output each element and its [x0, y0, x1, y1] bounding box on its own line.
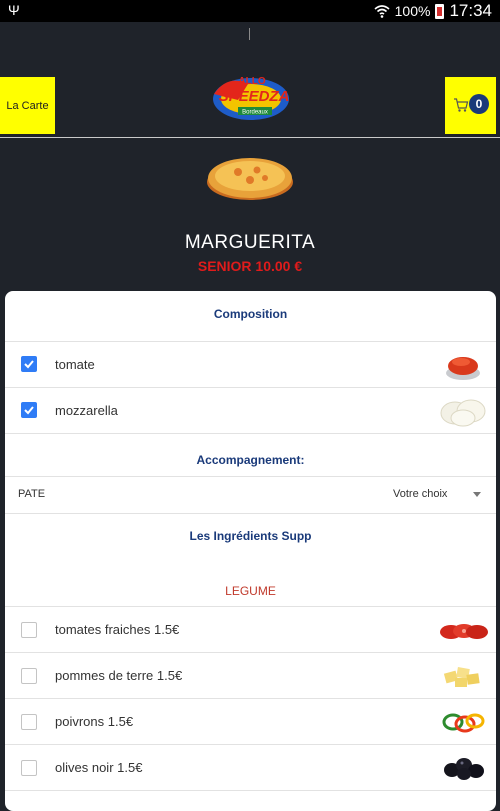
top-header: La Carte ALLO SPEEDZA Bordeaux 0	[0, 22, 500, 138]
category-legume: LEGUME	[225, 584, 276, 598]
cart-button[interactable]: 0	[445, 77, 496, 134]
battery-percent: 100%	[394, 3, 431, 19]
divider	[5, 790, 496, 791]
mozzarella-thumbnail	[440, 399, 486, 427]
divider	[5, 476, 496, 477]
chevron-down-icon[interactable]	[473, 492, 481, 497]
divider	[5, 433, 496, 434]
pizza-image	[207, 158, 293, 200]
divider	[5, 513, 496, 514]
divider	[5, 341, 496, 342]
cart-icon	[454, 98, 469, 112]
checkbox-unchecked[interactable]	[21, 622, 37, 638]
pate-label: PATE	[18, 488, 46, 500]
divider	[5, 698, 496, 699]
divider	[5, 606, 496, 607]
svg-text:SPEEDZA: SPEEDZA	[219, 88, 290, 105]
battery-icon	[435, 3, 445, 19]
checkbox-unchecked[interactable]	[21, 668, 37, 684]
usb-icon: Ψ	[8, 2, 20, 18]
options-card: Composition tomate mozzarella Accompagne…	[5, 291, 496, 811]
checkbox-checked[interactable]	[21, 402, 37, 418]
potatoes-thumbnail	[443, 667, 480, 687]
status-right: 100% 17:34	[374, 1, 492, 21]
svg-text:Bordeaux: Bordeaux	[242, 110, 268, 116]
supplement-label: olives noir 1.5€	[55, 760, 143, 775]
wifi-icon	[374, 5, 390, 18]
divider	[5, 744, 496, 745]
la-carte-button[interactable]: La Carte	[0, 77, 55, 134]
peppers-thumbnail	[442, 713, 485, 733]
accompagnement-title: Accompagnement:	[196, 453, 305, 467]
tomato-sauce-thumbnail	[446, 357, 480, 380]
supplement-label: tomates fraiches 1.5€	[55, 622, 180, 637]
product-name: MARGUERITA	[184, 232, 316, 253]
checkbox-checked[interactable]	[21, 356, 37, 372]
fresh-tomatoes-thumbnail	[440, 624, 488, 639]
supplement-label: poivrons 1.5€	[55, 714, 134, 729]
checkbox-unchecked[interactable]	[21, 714, 37, 730]
clock: 17:34	[449, 1, 492, 20]
black-olives-thumbnail	[444, 758, 484, 780]
divider	[5, 652, 496, 653]
status-bar: Ψ 100% 17:34	[0, 0, 500, 22]
allo-speedza-logo[interactable]: ALLO SPEEDZA Bordeaux	[208, 66, 294, 124]
composition-title: Composition	[213, 307, 288, 321]
product-price: SENIOR 10.00 €	[197, 258, 303, 274]
divider	[5, 387, 496, 388]
composition-label: tomate	[55, 357, 95, 372]
supplement-label: pommes de terre 1.5€	[55, 668, 183, 683]
composition-label: mozzarella	[55, 403, 118, 418]
supplements-title: Les Ingrédients Supp	[189, 529, 312, 543]
cart-count-badge: 0	[469, 94, 489, 114]
drag-indicator	[249, 28, 250, 40]
pate-select[interactable]: Votre choix	[393, 488, 447, 500]
checkbox-unchecked[interactable]	[21, 760, 37, 776]
svg-text:ALLO: ALLO	[238, 76, 265, 87]
